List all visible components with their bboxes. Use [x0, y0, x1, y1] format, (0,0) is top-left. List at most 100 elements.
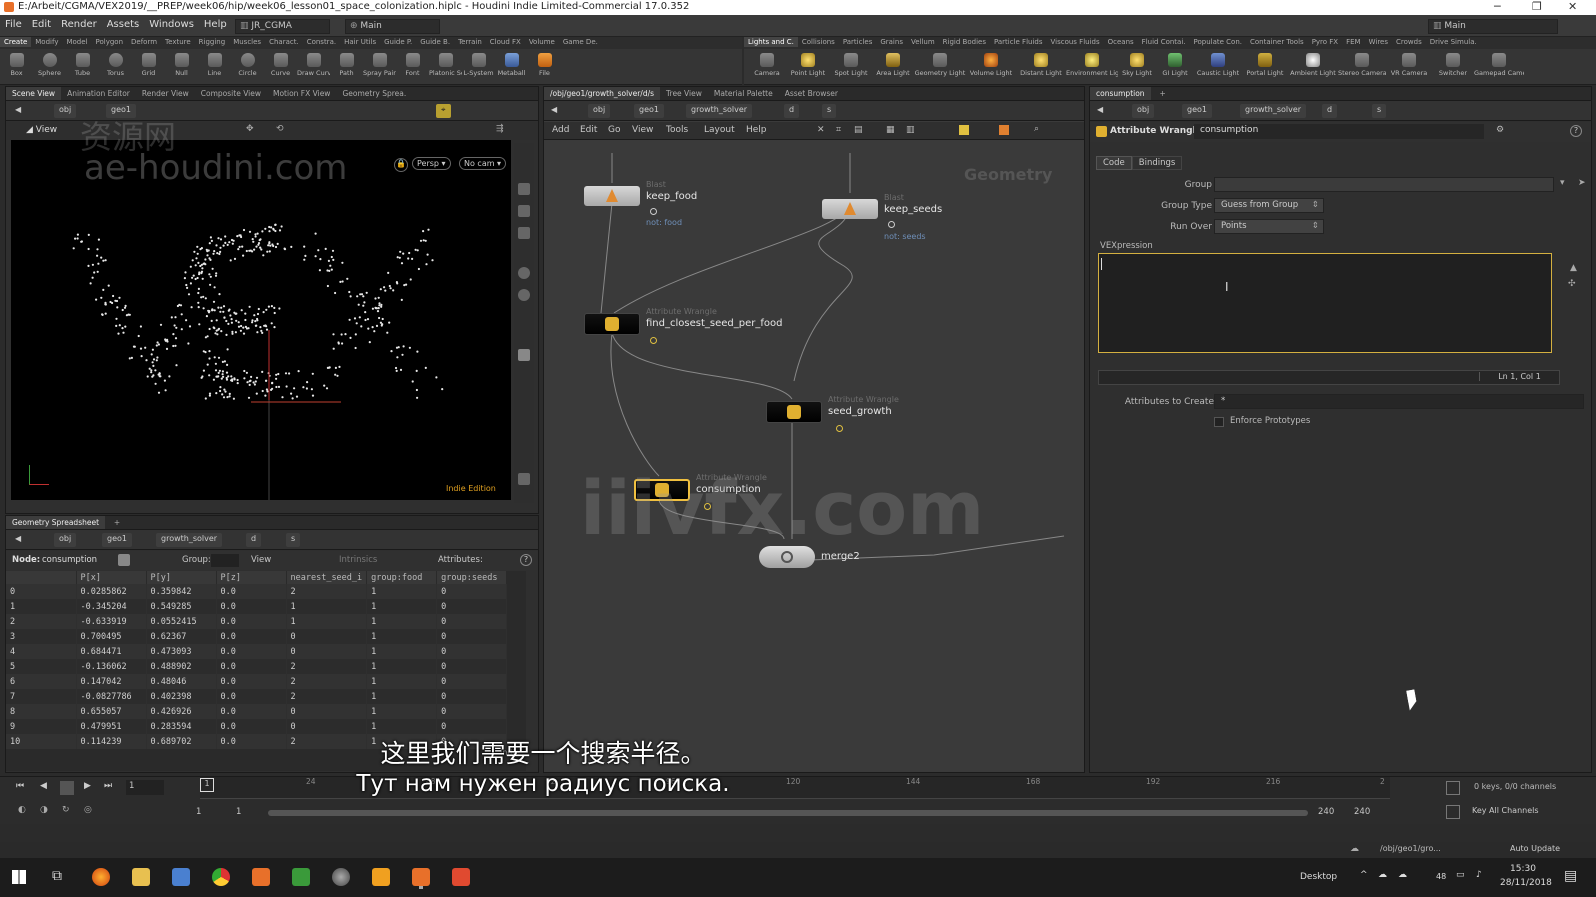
shelf-tab[interactable]: Oceans — [1104, 37, 1138, 47]
tool-ambient-light[interactable]: Ambient Light — [1288, 51, 1338, 77]
shelf-tab[interactable]: Grains — [876, 37, 907, 47]
display-icon[interactable] — [518, 183, 530, 195]
network-icon[interactable]: ▭ — [1456, 870, 1465, 880]
visibility-icon[interactable] — [518, 289, 530, 301]
help-icon[interactable]: ? — [1570, 125, 1582, 137]
tool-null[interactable]: Null — [165, 51, 198, 77]
menu-file[interactable]: File — [0, 15, 27, 34]
shelf-tab[interactable]: Charact. — [265, 37, 303, 47]
shelf-tab[interactable]: Rigid Bodies — [939, 37, 990, 47]
path-obj[interactable]: obj — [54, 104, 77, 118]
table-row[interactable]: 7 -0.0827786 0.402398 0.0 2 1 0 — [6, 689, 508, 704]
task-view-icon[interactable]: ⧉ — [52, 868, 62, 884]
shelf-tab[interactable]: Cloud FX — [486, 37, 525, 47]
group-type-dropdown[interactable]: Guess from Group ⇕ — [1214, 198, 1324, 213]
tool-geometry-light[interactable]: Geometry Light — [914, 51, 966, 77]
table-row[interactable]: 4 0.684471 0.473093 0.0 0 1 0 — [6, 644, 508, 659]
shelf-tab[interactable]: Rigging — [195, 37, 230, 47]
cloud-sync-icon[interactable]: ☁ — [1398, 870, 1407, 880]
menu-help[interactable]: Help — [199, 15, 232, 34]
tool-curve[interactable]: Curve — [264, 51, 297, 77]
gear-icon[interactable]: ⚙ — [1496, 125, 1504, 135]
path-d[interactable]: d — [784, 104, 800, 118]
cam-button[interactable]: No cam ▾ — [459, 157, 507, 170]
table-row[interactable]: 1 -0.345204 0.549285 0.0 1 1 0 — [6, 599, 508, 614]
table-row[interactable]: 2 -0.633919 0.0552415 0.0 1 1 0 — [6, 614, 508, 629]
subtab-code[interactable]: Code — [1096, 156, 1132, 170]
tool-line[interactable]: Line — [198, 51, 231, 77]
shelf-tab[interactable]: Muscles — [229, 37, 265, 47]
table-row[interactable]: 5 -0.136062 0.488902 0.0 2 1 0 — [6, 659, 508, 674]
shelf-tab[interactable]: Container Tools — [1246, 37, 1308, 47]
desktop-toolbar-label[interactable]: Desktop — [1300, 872, 1337, 882]
menu-edit[interactable]: Edit — [580, 125, 597, 135]
clock-time[interactable]: 15:30 — [1510, 864, 1536, 874]
file-explorer-icon[interactable] — [132, 868, 150, 886]
table-row[interactable]: 0 0.0285862 0.359842 0.0 2 1 0 — [6, 584, 508, 599]
group-field[interactable] — [211, 554, 239, 567]
houdini-icon[interactable] — [252, 868, 270, 886]
tool-spray-paint[interactable]: Spray Paint — [363, 51, 396, 77]
table-row[interactable]: 8 0.655057 0.426926 0.0 0 1 0 — [6, 704, 508, 719]
align-icon[interactable]: ⇶ — [496, 124, 504, 134]
column-header[interactable] — [6, 571, 77, 584]
table-row[interactable]: 3 0.700495 0.62367 0.0 0 1 0 — [6, 629, 508, 644]
handle-tool-icon[interactable]: ✥ — [246, 124, 254, 134]
close-icon[interactable]: ✕ — [1568, 0, 1577, 13]
tab-asset-browser[interactable]: Asset Browser — [779, 87, 844, 100]
shelf-tab[interactable]: Guide B. — [416, 37, 454, 47]
run-over-dropdown[interactable]: Points ⇕ — [1214, 219, 1324, 234]
tool-metaball[interactable]: Metaball — [495, 51, 528, 77]
tool-grid[interactable]: Grid — [132, 51, 165, 77]
tool-sky-light[interactable]: Sky Light — [1118, 51, 1156, 77]
menu-add[interactable]: Add — [552, 125, 569, 135]
desktop-selector[interactable]: ▥ JR_CGMA — [235, 19, 330, 34]
key-all-channels-button[interactable]: Key All Channels — [1472, 806, 1539, 815]
path-obj[interactable]: obj — [588, 104, 611, 118]
table-row[interactable]: 9 0.479951 0.283594 0.0 0 1 0 — [6, 719, 508, 734]
snap-icon[interactable] — [518, 267, 530, 279]
shelf-tab[interactable]: Guide P. — [380, 37, 416, 47]
menu-help[interactable]: Help — [746, 125, 767, 135]
range-end-field[interactable]: 240 — [1354, 807, 1370, 817]
menu-tools[interactable]: Tools — [666, 125, 688, 135]
vexpression-editor[interactable]: I — [1098, 253, 1552, 353]
persp-button[interactable]: Persp ▾ — [412, 157, 451, 170]
tool-circle[interactable]: Circle — [231, 51, 264, 77]
shelf-tab[interactable]: Model — [62, 37, 91, 47]
back-icon[interactable]: ◀ — [10, 104, 26, 118]
path-s[interactable]: s — [822, 104, 837, 118]
minimize-icon[interactable]: ─ — [1494, 0, 1501, 13]
houdini-active-icon[interactable] — [412, 868, 430, 886]
shelf-tab[interactable]: Texture — [161, 37, 195, 47]
column-header[interactable]: P[z] — [216, 571, 287, 584]
path-obj[interactable]: obj — [54, 533, 77, 547]
select-geometry-icon[interactable]: ➤ — [1578, 178, 1586, 188]
playback-start-field[interactable]: 1 — [236, 807, 241, 817]
view-menu[interactable]: ◢ View — [26, 125, 57, 135]
3d-viewport[interactable]: 🔒 Persp ▾ No cam ▾ Indie Edition — [11, 140, 511, 500]
shading-icon[interactable] — [518, 205, 530, 217]
tool-point-light[interactable]: Point Light — [786, 51, 830, 77]
tool-file[interactable]: File — [528, 51, 561, 77]
realtime-icon[interactable]: ◐ — [18, 805, 26, 815]
column-header[interactable]: P[y] — [146, 571, 217, 584]
group-select-arrow-icon[interactable]: ▾ — [1560, 178, 1565, 188]
shelf-tab[interactable]: Particle Fluids — [990, 37, 1047, 47]
chrome-icon[interactable] — [212, 868, 230, 886]
firefox-icon[interactable] — [92, 868, 110, 886]
path-d[interactable]: d — [1322, 104, 1338, 118]
path-growth-solver[interactable]: growth_solver — [1240, 104, 1307, 118]
tool-caustic-light[interactable]: Caustic Light — [1194, 51, 1242, 77]
onedrive-icon[interactable]: ☁ — [1378, 870, 1387, 880]
tab-render-view[interactable]: Render View — [136, 87, 195, 100]
shelf-tab[interactable]: Collisions — [798, 37, 839, 47]
tab-material-palette[interactable]: Material Palette — [708, 87, 779, 100]
network-canvas[interactable]: Geometry Blast keep_food not: food Blast — [544, 141, 1084, 771]
tool-gi-light[interactable]: GI Light — [1156, 51, 1194, 77]
sphere-app-icon[interactable] — [332, 868, 350, 886]
orange-app-icon[interactable] — [372, 868, 390, 886]
expand-editor-icon[interactable]: ▲ — [1570, 263, 1577, 273]
tab-composite-view[interactable]: Composite View — [195, 87, 267, 100]
shelf-tab[interactable]: Volume — [525, 37, 559, 47]
